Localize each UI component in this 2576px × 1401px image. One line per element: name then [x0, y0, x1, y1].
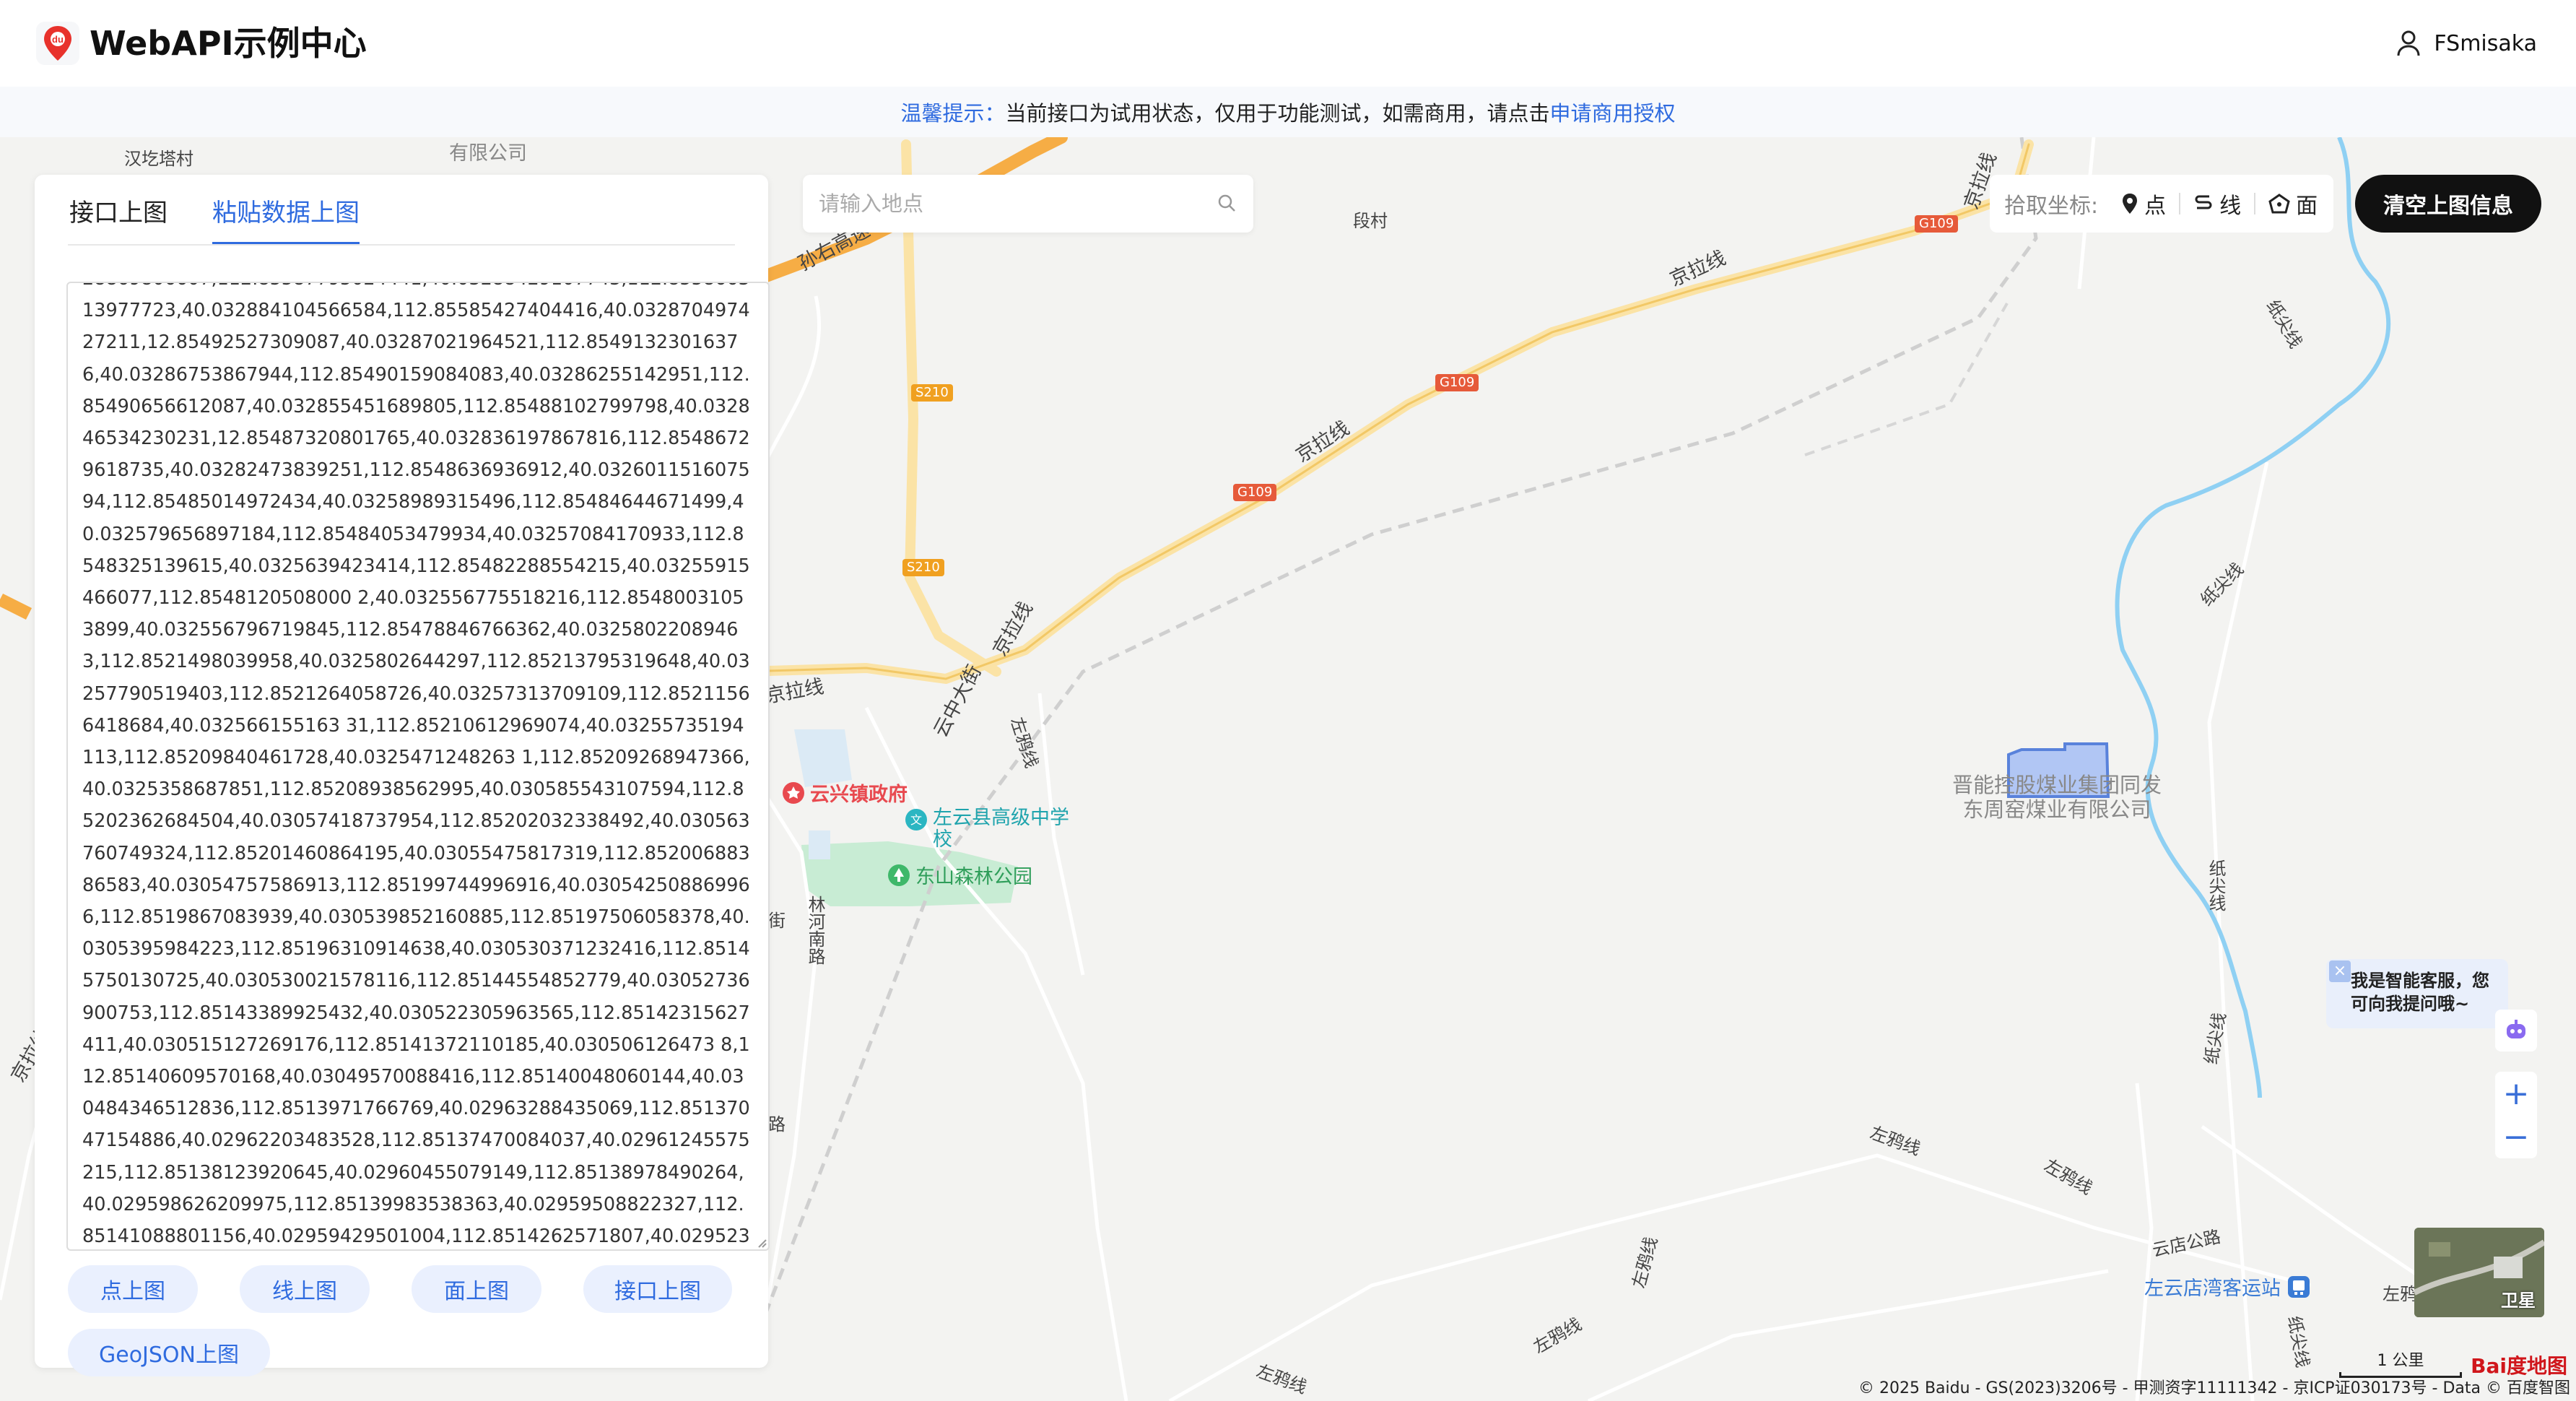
poi-park[interactable]: 东山森林公园 [887, 861, 1032, 889]
pick-point-button[interactable]: 点 [2108, 188, 2179, 220]
highway-shield: G109 [1233, 484, 1277, 501]
scale-label: 1 公里 [2377, 1352, 2424, 1370]
pick-polygon-button[interactable]: 面 [2255, 188, 2331, 220]
apply-license-link[interactable]: 申请商用授权 [1550, 97, 1676, 127]
ai-assistant-button[interactable] [2495, 1010, 2537, 1051]
zoom-in-button[interactable]: + [2495, 1072, 2537, 1115]
highway-shield: S210 [902, 559, 944, 576]
user-menu[interactable]: FSmisaka [2396, 26, 2537, 61]
baidu-map-logo-icon: du [36, 22, 79, 65]
highway-shield: G109 [1435, 374, 1479, 391]
school-pin-icon: 文 [905, 809, 927, 830]
poi-coal-mine[interactable]: 晋能控股煤业集团同发 东周窑煤业有限公司 [1952, 773, 2162, 822]
username: FSmisaka [2434, 30, 2537, 56]
village-label: 段村 [1353, 211, 1388, 231]
poi-label: 左云店湾客运站 [2144, 1278, 2281, 1300]
line-upload-button[interactable]: 线上图 [240, 1265, 370, 1313]
poi-label: 晋能控股煤业集团同发 [1952, 773, 2162, 797]
upload-panel: 接口上图 粘贴数据上图 28869806607,112.855877950244… [35, 175, 770, 1376]
location-pin-icon [2123, 194, 2138, 214]
map-copyright: © 2025 Baidu - GS(2023)3206号 - 甲测资字11111… [1858, 1379, 2570, 1397]
road-label: 路 [768, 1114, 786, 1135]
pick-line-button[interactable]: 线 [2180, 188, 2254, 220]
polyline-icon [2195, 195, 2212, 209]
data-textarea[interactable]: 28869806607,112.85587795024441,40.032884… [66, 282, 770, 1251]
poi-gov[interactable]: 云兴镇政府 [781, 778, 908, 807]
resize-handle-icon[interactable] [755, 1236, 767, 1248]
company-label: 有限公司 [449, 142, 527, 165]
panel-tabs: 接口上图 粘贴数据上图 [69, 195, 360, 246]
polygon-icon [2268, 194, 2290, 214]
poi-label: 云兴镇政府 [810, 784, 908, 806]
road-label: 林河南路 [805, 895, 825, 965]
robot-icon [2507, 1020, 2525, 1038]
map-scale: 1 公里 [2339, 1348, 2462, 1378]
polygon-upload-button[interactable]: 面上图 [412, 1265, 541, 1313]
tabs-divider [68, 244, 735, 246]
svg-text:文: 文 [910, 813, 922, 827]
poi-bus-station[interactable]: 左云店湾客运站 [2144, 1272, 2311, 1301]
pick-polygon-label: 面 [2296, 194, 2318, 219]
notice-text: 当前接口为试用状态，仅用于功能测试，如需商用，请点击 [1005, 101, 1550, 126]
zoom-out-button[interactable]: − [2495, 1115, 2537, 1158]
search-icon[interactable] [1216, 192, 1237, 214]
pick-line-label: 线 [2219, 194, 2242, 219]
pick-point-label: 点 [2144, 194, 2167, 219]
zoom-control: + − [2495, 1072, 2537, 1158]
tab-paste-data-upload[interactable]: 粘贴数据上图 [212, 195, 360, 246]
assistant-line2: 可向我提问哦~ [2351, 994, 2470, 1014]
poi-label: 东周窑煤业有限公司 [1962, 797, 2151, 822]
app-root: du WebAPI示例中心 FSmisaka 温馨提示： 当前接口为试用状态，仅… [0, 0, 2576, 1401]
svg-text:du: du [52, 34, 64, 45]
textarea-value: 28869806607,112.85587795024441,40.032884… [82, 283, 750, 1248]
pick-label: 拾取坐标: [2004, 194, 2099, 219]
ai-assistant-bubble[interactable]: × 我是智能客服，您 可向我提问哦~ [2326, 959, 2508, 1028]
park-pin-icon [888, 864, 910, 886]
poi-label: 东山森林公园 [915, 866, 1032, 888]
app-title: WebAPI示例中心 [90, 24, 367, 63]
api-upload-button[interactable]: 接口上图 [583, 1265, 732, 1313]
close-icon[interactable]: × [2329, 960, 2351, 982]
geojson-upload-button[interactable]: GeoJSON上图 [68, 1329, 270, 1376]
point-upload-button[interactable]: 点上图 [68, 1265, 198, 1313]
place-search [803, 175, 1253, 233]
bus-station-icon [2288, 1275, 2310, 1298]
coordinate-picker: 拾取坐标: 点 线 面 [1990, 175, 2333, 233]
road-label: 街 [768, 911, 786, 931]
village-label: 汉圪塔村 [124, 149, 193, 169]
road-label: 左鸦 [2383, 1284, 2417, 1304]
poi-label: 左云县高级中学校 [933, 807, 1069, 851]
road-label: 纸尖线 [2206, 859, 2226, 911]
assistant-line1: 我是智能客服，您 [2351, 971, 2489, 991]
user-icon [2397, 30, 2420, 56]
tab-api-upload[interactable]: 接口上图 [69, 195, 167, 246]
trial-notice-bar: 温馨提示： 当前接口为试用状态，仅用于功能测试，如需商用，请点击 申请商用授权 [0, 87, 2576, 137]
gov-pin-icon [783, 781, 804, 804]
highway-shield: S210 [911, 384, 953, 402]
satellite-label: 卫星 [2501, 1291, 2536, 1311]
notice-prefix: 温馨提示： [900, 101, 1006, 126]
poi-school[interactable]: 文 左云县高级中学校 [904, 807, 1070, 851]
clear-map-button[interactable]: 清空上图信息 [2355, 175, 2541, 233]
satellite-toggle[interactable]: 卫星 [2414, 1228, 2544, 1317]
top-header: du WebAPI示例中心 FSmisaka [0, 0, 2576, 87]
search-input[interactable] [819, 185, 1194, 222]
highway-shield: G109 [1915, 215, 1959, 233]
